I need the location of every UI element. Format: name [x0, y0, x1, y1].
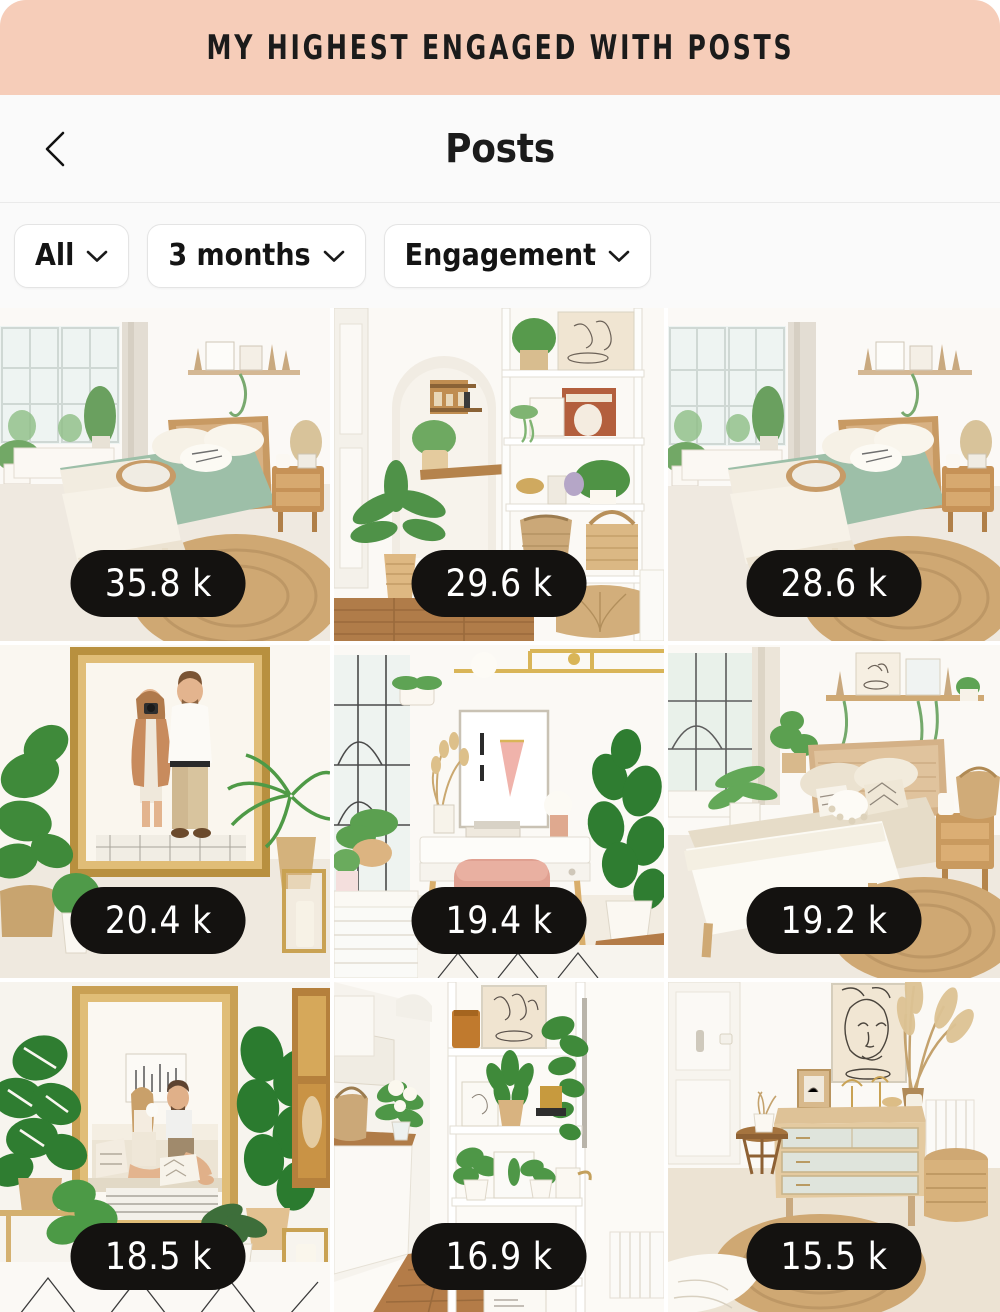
- engagement-badge: 20.4 k: [70, 887, 246, 954]
- post-tile[interactable]: 15.5 k: [668, 982, 1000, 1312]
- banner-title: MY HIGHEST ENGAGED WITH POSTS: [206, 27, 794, 68]
- engagement-badge: 29.6 k: [411, 550, 587, 617]
- page-banner: MY HIGHEST ENGAGED WITH POSTS: [0, 0, 1000, 95]
- chevron-down-icon: [608, 250, 630, 262]
- filter-metric[interactable]: Engagement: [383, 223, 652, 288]
- filter-metric-label: Engagement: [404, 238, 597, 273]
- engagement-value: 28.6 k: [780, 562, 888, 605]
- engagement-badge: 18.5 k: [70, 1223, 246, 1290]
- filter-all[interactable]: All: [14, 223, 130, 288]
- page-title: Posts: [445, 125, 555, 172]
- engagement-badge: 28.6 k: [746, 550, 922, 617]
- filter-timeframe-label: 3 months: [168, 238, 311, 273]
- post-tile[interactable]: 18.5 k: [0, 982, 330, 1312]
- engagement-badge: 16.9 k: [411, 1223, 587, 1290]
- posts-grid: 35.8 k 29.6 k 28.6 k 20.4 k 19.4 k 19.2 …: [0, 308, 1000, 1312]
- engagement-value: 19.4 k: [445, 899, 553, 942]
- engagement-badge: 35.8 k: [70, 550, 246, 617]
- filter-bar: All 3 months Engagement: [0, 203, 1000, 308]
- filter-all-label: All: [35, 238, 75, 273]
- engagement-value: 15.5 k: [780, 1235, 888, 1278]
- navigation-bar: Posts: [0, 95, 1000, 203]
- engagement-value: 19.2 k: [780, 899, 888, 942]
- chevron-down-icon: [323, 250, 344, 262]
- chevron-down-icon: [87, 250, 108, 262]
- engagement-value: 18.5 k: [104, 1235, 212, 1278]
- post-tile[interactable]: 28.6 k: [668, 308, 1000, 641]
- post-tile[interactable]: 16.9 k: [334, 982, 664, 1312]
- engagement-value: 35.8 k: [104, 562, 212, 605]
- engagement-value: 16.9 k: [445, 1235, 553, 1278]
- engagement-badge: 19.2 k: [746, 887, 922, 954]
- post-tile[interactable]: 19.2 k: [668, 645, 1000, 978]
- post-tile[interactable]: 19.4 k: [334, 645, 664, 978]
- post-tile[interactable]: 29.6 k: [334, 308, 664, 641]
- post-tile[interactable]: 35.8 k: [0, 308, 330, 641]
- post-tile[interactable]: 20.4 k: [0, 645, 330, 978]
- engagement-value: 29.6 k: [445, 562, 553, 605]
- engagement-value: 20.4 k: [104, 899, 212, 942]
- filter-timeframe[interactable]: 3 months: [147, 223, 366, 288]
- engagement-badge: 19.4 k: [411, 887, 587, 954]
- engagement-badge: 15.5 k: [746, 1223, 922, 1290]
- app-screen: MY HIGHEST ENGAGED WITH POSTS Posts All …: [0, 0, 1000, 1312]
